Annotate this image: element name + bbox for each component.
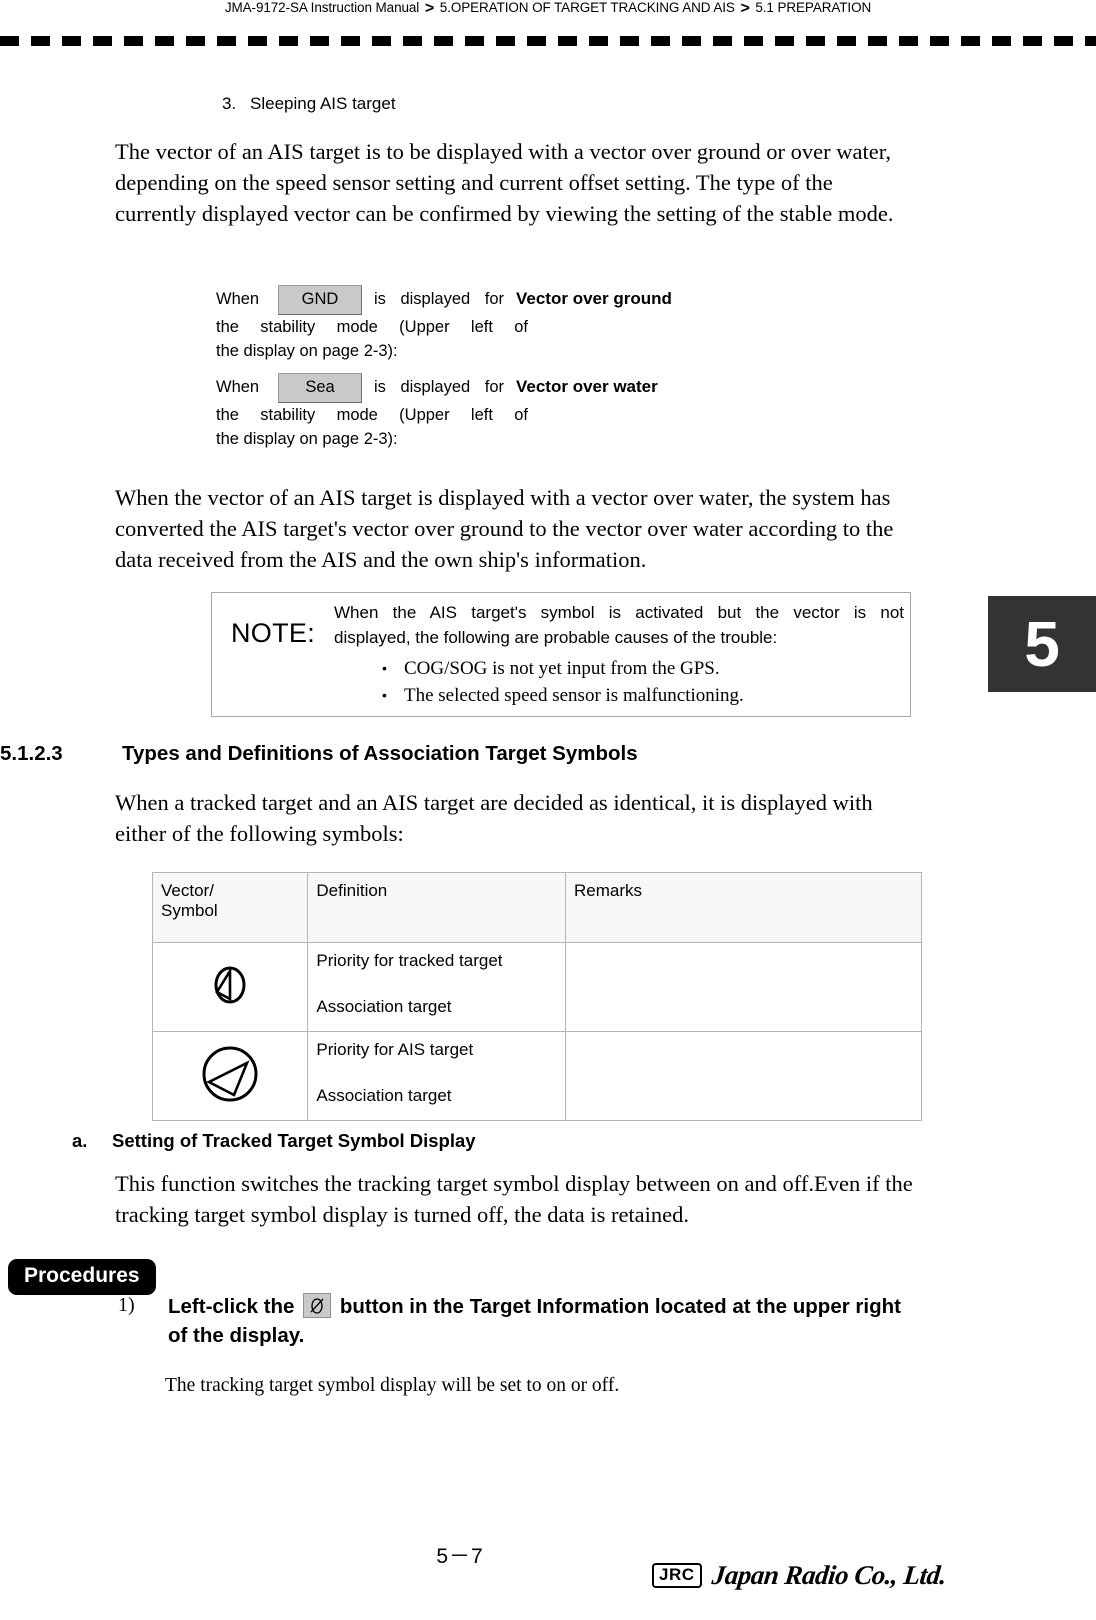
note-box: NOTE: When the AIS target's symbol is ac… bbox=[211, 592, 911, 717]
table-header-vector-line1: Vector/ bbox=[161, 881, 214, 900]
note-bullet-list: • COG/SOG is not yet input from the GPS.… bbox=[382, 655, 744, 709]
association-tracked-priority-symbol-cell bbox=[151, 942, 309, 1032]
paragraph-function-description: This function switches the tracking targ… bbox=[115, 1171, 913, 1227]
breadcrumb-separator-2: > bbox=[740, 0, 750, 17]
bullet-icon: • bbox=[382, 687, 387, 703]
when-sea-line2: the stability mode (Upper left of bbox=[216, 405, 528, 424]
note-bullet-item: • COG/SOG is not yet input from the GPS. bbox=[382, 655, 744, 682]
list-item-number: 3. bbox=[222, 94, 237, 113]
subsection-a-heading: a. Setting of Tracked Target Symbol Displ… bbox=[72, 1130, 476, 1152]
breadcrumb-separator-1: > bbox=[424, 0, 435, 17]
tracked-target-symbol-glyph bbox=[310, 1298, 324, 1314]
table-body: Priority for tracked target Association … bbox=[151, 942, 922, 1121]
table-header-remarks: Remarks bbox=[565, 872, 922, 943]
note-label: NOTE: bbox=[231, 618, 316, 648]
when-sea-tail: is displayed for bbox=[374, 378, 504, 396]
association-tracked-priority-symbol-icon bbox=[214, 965, 246, 1003]
table-header-vector-symbol: Vector/ Symbol bbox=[151, 872, 309, 943]
paragraph-association-intro: When a tracked target and an AIS target … bbox=[115, 790, 873, 846]
note-bullet-item: • The selected speed sensor is malfuncti… bbox=[382, 682, 744, 709]
step-body: Left-click the button in the Target Info… bbox=[168, 1292, 916, 1350]
jrc-logo: JRC Japan Radio Co., Ltd. bbox=[652, 1560, 948, 1591]
tracked-target-symbol-button-icon[interactable] bbox=[303, 1293, 332, 1318]
definition-line2: Association target bbox=[316, 997, 452, 1016]
when-sea-line3: the display on page 2-3): bbox=[216, 430, 398, 448]
definition-line1: Priority for tracked target bbox=[316, 951, 503, 970]
association-symbols-table: Vector/ Symbol Definition Remarks Priori… bbox=[151, 872, 922, 1121]
section-number: 5.1.2.3 bbox=[0, 742, 63, 765]
note-bullet-text: The selected speed sensor is malfunction… bbox=[404, 685, 744, 706]
jrc-logo-name: Japan Radio Co., Ltd. bbox=[709, 1560, 948, 1590]
note-text-line2: displayed, the following are probable ca… bbox=[334, 628, 778, 647]
vector-over-ground-label: Vector over ground bbox=[516, 289, 672, 308]
paragraph-vector-display: The vector of an AIS target is to be dis… bbox=[115, 139, 894, 226]
association-ais-priority-symbol-icon bbox=[202, 1046, 258, 1101]
table-header-row: Vector/ Symbol Definition Remarks bbox=[151, 872, 922, 943]
header-crumb-section: 5.1 PREPARATION bbox=[755, 0, 872, 15]
table-header-vector-line2: Symbol bbox=[161, 901, 218, 920]
when-sea-row: When Sea is displayed for Vector over wa… bbox=[216, 373, 658, 403]
table-row: Priority for tracked target Association … bbox=[151, 942, 922, 1032]
procedures-badge: Procedures bbox=[8, 1259, 156, 1295]
note-bullet-text: COG/SOG is not yet input from the GPS. bbox=[404, 658, 720, 679]
table-header-definition: Definition bbox=[307, 872, 567, 943]
table-row: Priority for AIS target Association targ… bbox=[151, 1031, 922, 1121]
step-text-before: Left-click the bbox=[168, 1295, 295, 1318]
table-cell-remarks bbox=[565, 1031, 922, 1121]
paragraph-step-result: The tracking target symbol display will … bbox=[165, 1375, 620, 1396]
note-text: When the AIS target's symbol is activate… bbox=[334, 600, 904, 650]
when-gnd-block: When GND is displayed for Vector over gr… bbox=[216, 285, 672, 364]
header-dashed-rule bbox=[0, 36, 1096, 46]
chapter-tab-marker: 5 bbox=[988, 596, 1096, 692]
when-label-gnd: When bbox=[216, 290, 260, 308]
table-cell-definition: Priority for AIS target Association targ… bbox=[307, 1031, 567, 1121]
document-page: JMA-9172-SA Instruction Manual > 5.OPERA… bbox=[0, 0, 1096, 1620]
chapter-number: 5 bbox=[1024, 608, 1060, 680]
subsection-a-label: a. bbox=[72, 1130, 88, 1151]
note-text-line1: When the AIS target's symbol is activate… bbox=[334, 603, 904, 622]
when-sea-block: When Sea is displayed for Vector over wa… bbox=[216, 373, 658, 452]
list-item-sleeping-ais-target: 3. Sleeping AIS target bbox=[222, 94, 396, 114]
subsection-a-title: Setting of Tracked Target Symbol Display bbox=[112, 1130, 476, 1151]
association-ais-priority-symbol-cell bbox=[151, 1031, 309, 1121]
table-cell-definition: Priority for tracked target Association … bbox=[307, 942, 567, 1032]
header-crumb-chapter: 5.OPERATION OF TARGET TRACKING AND AIS bbox=[439, 0, 735, 15]
when-gnd-tail: is displayed for bbox=[374, 290, 504, 308]
bullet-icon: • bbox=[382, 660, 387, 676]
jrc-logo-mark: JRC bbox=[652, 1562, 702, 1589]
section-title: Types and Definitions of Association Tar… bbox=[122, 742, 638, 765]
step-number: 1) bbox=[118, 1294, 135, 1316]
vector-over-water-label: Vector over water bbox=[516, 377, 658, 396]
table-head: Vector/ Symbol Definition Remarks bbox=[151, 872, 922, 943]
definition-line2: Association target bbox=[316, 1086, 452, 1105]
paragraph-vector-conversion: When the vector of an AIS target is disp… bbox=[115, 485, 894, 572]
header-manual-title: JMA-9172-SA Instruction Manual bbox=[224, 0, 420, 15]
table-cell-remarks bbox=[565, 942, 922, 1032]
when-label-sea: When bbox=[216, 378, 260, 396]
when-gnd-row: When GND is displayed for Vector over gr… bbox=[216, 285, 672, 315]
when-gnd-line3: the display on page 2-3): bbox=[216, 342, 398, 360]
sea-key-button[interactable]: Sea bbox=[278, 373, 362, 403]
when-gnd-line2: the stability mode (Upper left of bbox=[216, 317, 528, 336]
definition-line1: Priority for AIS target bbox=[316, 1040, 474, 1059]
gnd-key-button[interactable]: GND bbox=[278, 285, 362, 315]
list-item-label: Sleeping AIS target bbox=[250, 94, 396, 113]
header-breadcrumb: JMA-9172-SA Instruction Manual > 5.OPERA… bbox=[0, 0, 1096, 18]
